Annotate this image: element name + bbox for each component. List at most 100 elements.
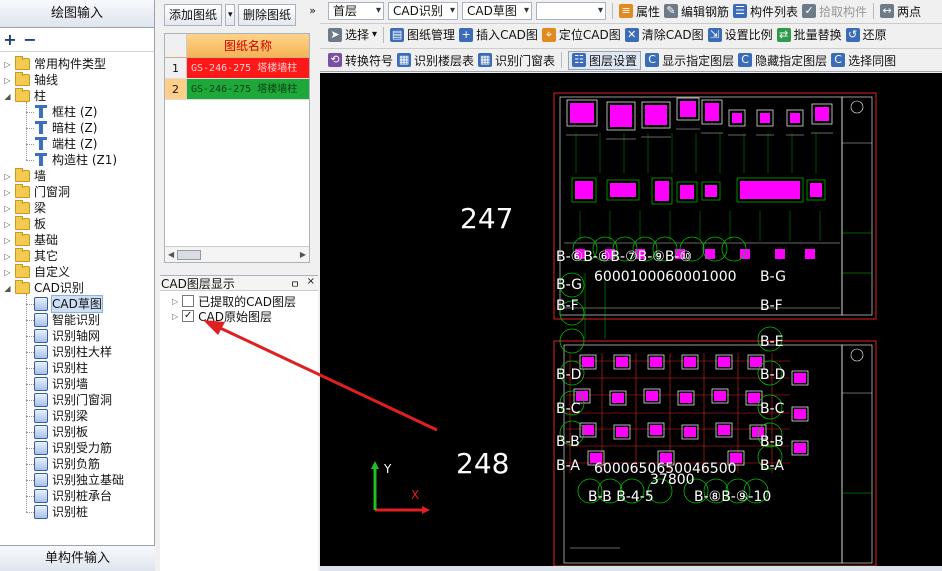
select-same-layer-button[interactable]: C 选择同图	[831, 52, 896, 69]
expand-icon[interactable]: ▷	[172, 297, 178, 306]
edit-rebar-button[interactable]: ✎ 编辑钢筋	[664, 3, 729, 20]
tree-item[interactable]: ▷ 门窗洞	[3, 184, 70, 200]
pin-icon[interactable]: ㅁ	[290, 276, 299, 291]
tree-item[interactable]: 识别负筋	[34, 456, 100, 472]
expand-icon[interactable]: ▷	[3, 60, 12, 69]
drawing-name-cell[interactable]: GS-246-275 塔楼墙柱	[187, 79, 309, 99]
add-drawing-dropdown-icon[interactable]: ▾	[225, 4, 236, 26]
set-scale-button[interactable]: ⇲ 设置比例	[707, 26, 773, 43]
expand-icon[interactable]: ▷	[3, 76, 12, 85]
collapse-all-icon[interactable]: −	[22, 31, 38, 48]
tree-item[interactable]: CAD草图	[34, 295, 103, 313]
tree-item[interactable]: 识别梁	[34, 408, 88, 424]
tree-item[interactable]: ▷ 自定义	[3, 264, 70, 280]
tree-item[interactable]: ▷ 梁	[3, 200, 46, 216]
original-layer-checkbox[interactable]: ✓	[182, 310, 195, 322]
submode-select[interactable]: CAD草图	[462, 2, 532, 20]
grid-label-c: B-C	[760, 401, 785, 417]
tree-item[interactable]: 识别独立基础	[34, 472, 124, 488]
layer-item-original[interactable]: ▷ ✓ CAD原始图层	[172, 309, 272, 324]
add-drawing-button[interactable]: 添加图纸	[164, 4, 223, 26]
insert-cad-button[interactable]: + 插入CAD图	[459, 26, 538, 43]
clear-cad-button[interactable]: ✕ 清除CAD图	[624, 26, 704, 43]
tree-item[interactable]: 识别桩承台	[34, 488, 112, 504]
single-component-input-tab[interactable]: 单构件输入	[0, 545, 155, 571]
tree-item[interactable]: 识别墙	[34, 376, 88, 392]
recognize-floor-table-button[interactable]: ▦ 识别楼层表	[397, 52, 474, 69]
mode-select[interactable]: CAD识别	[388, 2, 458, 20]
restore-button[interactable]: ↺ 还原	[845, 26, 887, 43]
two-points-button[interactable]: ↔ 两点	[880, 3, 921, 20]
expand-icon[interactable]: ▷	[3, 188, 12, 197]
tree-item[interactable]: ◢ CAD识别	[3, 280, 84, 296]
more-tools-icon[interactable]: »	[309, 4, 316, 17]
drawing-name-cell[interactable]: GS-246-275 塔楼墙柱	[187, 58, 309, 78]
tree-item[interactable]: ▷ 板	[3, 216, 46, 232]
tree-item[interactable]: 识别柱大样	[34, 344, 112, 360]
tree-item[interactable]: 框柱 (Z)	[34, 104, 97, 120]
tree-item[interactable]: 智能识别	[34, 312, 100, 328]
batch-replace-button[interactable]: ⇄ 批量替换	[776, 26, 842, 43]
layer-item-extracted[interactable]: ▷ 已提取的CAD图层	[172, 294, 296, 309]
tree-item[interactable]: 暗柱 (Z)	[34, 120, 97, 136]
expand-all-icon[interactable]: +	[2, 31, 18, 48]
floor-select[interactable]: 首层	[328, 2, 384, 20]
scroll-right-icon[interactable]: ▶	[300, 250, 306, 259]
horizontal-scrollbar[interactable]: ◀ ▶	[165, 246, 309, 262]
recognize-door-window-table-button[interactable]: ▦ 识别门窗表	[478, 52, 555, 69]
expand-icon[interactable]: ▷	[3, 220, 12, 229]
drawing-manage-button[interactable]: ▤ 图纸管理	[390, 26, 455, 43]
select-dropdown-icon[interactable]: ▾	[372, 29, 377, 40]
close-icon[interactable]: ×	[307, 276, 315, 291]
expand-icon[interactable]: ▷	[3, 252, 12, 261]
expand-icon[interactable]: ▷	[172, 312, 178, 321]
extracted-layer-checkbox[interactable]	[182, 295, 195, 307]
delete-drawing-button[interactable]: 删除图纸	[238, 4, 297, 26]
hide-layer-button[interactable]: C 隐藏指定图层	[738, 52, 827, 69]
sheet-247	[553, 92, 877, 320]
tree-item[interactable]: 识别门窗洞	[34, 392, 112, 408]
tree-item[interactable]: ▷ 墙	[3, 168, 46, 184]
tree-item[interactable]: 识别受力筋	[34, 440, 112, 456]
tree-item[interactable]: ▷ 其它	[3, 248, 58, 264]
tree-item[interactable]: 构造柱 (Z1)	[34, 152, 117, 168]
tree-item[interactable]: ◢ 柱	[3, 88, 46, 104]
show-layer-button[interactable]: C 显示指定图层	[645, 52, 734, 69]
collapse-icon[interactable]: ◢	[3, 284, 12, 293]
convert-symbol-button[interactable]: ⟲ 转换符号	[328, 52, 393, 69]
scroll-left-icon[interactable]: ◀	[168, 250, 174, 259]
cad-canvas[interactable]: 247 248 B-⑥B-⑥B-⑦B-⑨B-⑩ 6000100060001000…	[320, 73, 942, 566]
folder-icon	[15, 184, 30, 198]
expand-icon[interactable]: ▷	[3, 236, 12, 245]
tree-item[interactable]: 端柱 (Z)	[34, 136, 97, 152]
tree-item[interactable]: ▷ 常用构件类型	[3, 56, 106, 72]
expand-icon[interactable]: ▷	[3, 268, 12, 277]
layer-settings-button[interactable]: ☷ 图层设置	[568, 50, 642, 70]
component-select[interactable]	[536, 2, 606, 20]
grid-label-left-f: B-F	[556, 298, 579, 314]
expand-icon[interactable]: ▷	[3, 204, 12, 213]
select-button[interactable]: ➤ 选择 ▾	[328, 26, 377, 43]
table-row[interactable]: 2 GS-246-275 塔楼墙柱	[165, 79, 309, 100]
locate-cad-button[interactable]: ⌖ 定位CAD图	[541, 26, 621, 43]
tree-item[interactable]: ▷ 基础	[3, 232, 58, 248]
component-list-button[interactable]: ☰ 构件列表	[733, 3, 798, 20]
tree-item-label: 识别桩	[52, 505, 89, 519]
table-row[interactable]: 1 GS-246-275 塔楼墙柱	[165, 58, 309, 79]
tree-item-label: 板	[34, 217, 47, 231]
pick-component-button[interactable]: ✓ 拾取构件	[802, 3, 867, 20]
collapse-icon[interactable]: ◢	[3, 92, 12, 101]
tree-item[interactable]: 识别板	[34, 424, 88, 440]
expand-icon[interactable]: ▷	[3, 172, 12, 181]
column-header-drawing-name[interactable]: 图纸名称	[187, 34, 309, 57]
grid-label-d: B-D	[760, 367, 785, 383]
toolbar-row-1: 首层 CAD识别 CAD草图 ≡属性 ✎编辑钢筋 ☰构件列表 ✓拾取构件 ↔两点	[320, 0, 942, 22]
tree-item[interactable]: 识别轴网	[34, 328, 100, 344]
left-panel-title[interactable]: 绘图输入	[0, 0, 154, 28]
tree-item[interactable]: 识别桩	[34, 504, 88, 520]
tree-item-label: 识别墙	[52, 377, 89, 391]
scroll-thumb[interactable]	[177, 250, 201, 260]
tree-item[interactable]: ▷ 轴线	[3, 72, 58, 88]
properties-button[interactable]: ≡ 属性	[619, 3, 660, 20]
tree-item[interactable]: 识别柱	[34, 360, 88, 376]
